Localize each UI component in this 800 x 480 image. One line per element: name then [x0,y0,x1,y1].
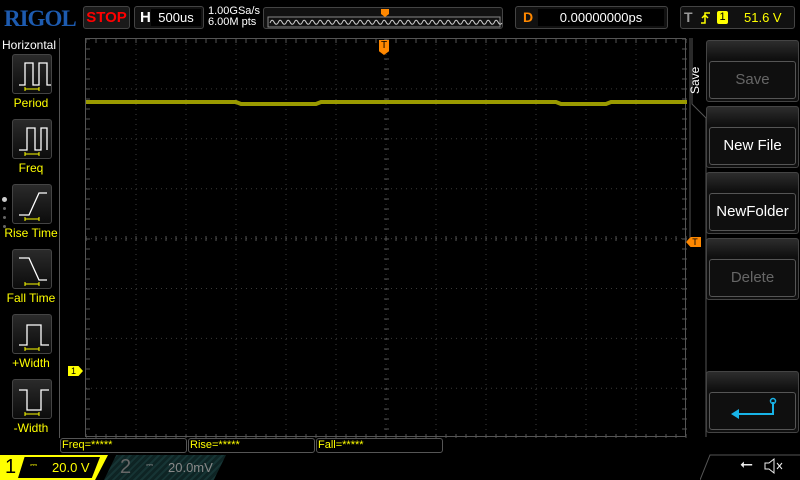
positive-width-icon [19,324,49,351]
rising-edge-icon [701,12,710,24]
negative-width-icon [19,389,49,416]
channel2-scale: 20.0mV [168,460,213,475]
new-file-label: New File [709,127,796,165]
usb-icon: ⭠ [740,456,753,473]
channel1-tab[interactable]: 1 ⎓ 20.0 V [0,455,108,480]
fall-time-icon [19,257,47,286]
dc-coupling-icon: ⎓ [146,460,154,470]
speaker-muted-icon[interactable] [763,457,785,475]
measure-label: -Width [13,421,49,435]
rise-time-icon [19,192,47,221]
memory-navigator[interactable] [263,7,503,29]
run-stop-status[interactable]: STOP [83,6,130,29]
timebase-box[interactable]: H 500us [134,6,204,29]
channel1-offset-marker[interactable]: 1 [68,366,83,376]
frequency-icon [19,127,48,156]
timebase-value: 500us [151,9,201,26]
measure-label: Rise Time [4,226,58,240]
channel1-scale: 20.0 V [52,460,90,475]
save-button[interactable]: Save [706,40,799,102]
dc-coupling-icon: ⎓ [30,460,38,470]
new-file-button[interactable]: New File [706,106,799,168]
waveform-display[interactable] [85,38,687,438]
measure-label: +Width [12,356,50,370]
sidebar-title: Horizontal [2,38,57,52]
acquisition-info: 1.00GSa/s 6.00M pts [208,6,260,28]
trigger-source: 1 [717,11,728,24]
channel2-tab[interactable]: 2 ⎓ 20.0mV [104,455,226,480]
delay-box[interactable]: D 0.00000000ps [515,6,668,29]
save-button-label: Save [709,61,796,99]
channel2-number: 2 [120,456,132,478]
back-button[interactable] [706,371,799,433]
measurement-rise[interactable]: Rise=***** [188,438,315,453]
menu-title: Save [688,66,702,94]
measure-label: Period [13,96,49,110]
delete-button[interactable]: Delete [706,238,799,300]
trigger-label: T [684,9,693,25]
channel1-trace [86,100,687,106]
measure-fall-time-button[interactable] [12,249,52,289]
measure-label: Freq [18,161,44,175]
new-folder-label: NewFolder [709,193,796,231]
measure-rise-time-button[interactable] [12,184,52,224]
measurement-fall[interactable]: Fall=***** [316,438,443,453]
memory-depth: 6.00M pts [208,16,257,28]
trigger-level: 51.6 V [744,10,782,25]
page-indicator [2,197,7,228]
measure-frequency-button[interactable] [12,119,52,159]
new-folder-button[interactable]: NewFolder [706,172,799,234]
trigger-box[interactable]: T 1 51.6 V [680,6,795,29]
measure-positive-width-button[interactable] [12,314,52,354]
delete-label: Delete [709,259,796,297]
measure-label: Fall Time [6,291,56,305]
delay-value: 0.00000000ps [538,9,664,26]
back-button-frame [709,392,796,430]
return-arrow-icon [730,397,776,419]
delay-label: D [523,9,534,25]
period-icon [19,62,51,91]
save-menu: Save Save New File NewFolder Delete [686,38,800,437]
rigol-logo: RIGOL [4,6,77,31]
timebase-label: H [140,9,151,26]
measure-negative-width-button[interactable] [12,379,52,419]
measurement-freq[interactable]: Freq=***** [60,438,187,453]
measure-period-button[interactable] [12,54,52,94]
channel1-number: 1 [5,456,17,478]
